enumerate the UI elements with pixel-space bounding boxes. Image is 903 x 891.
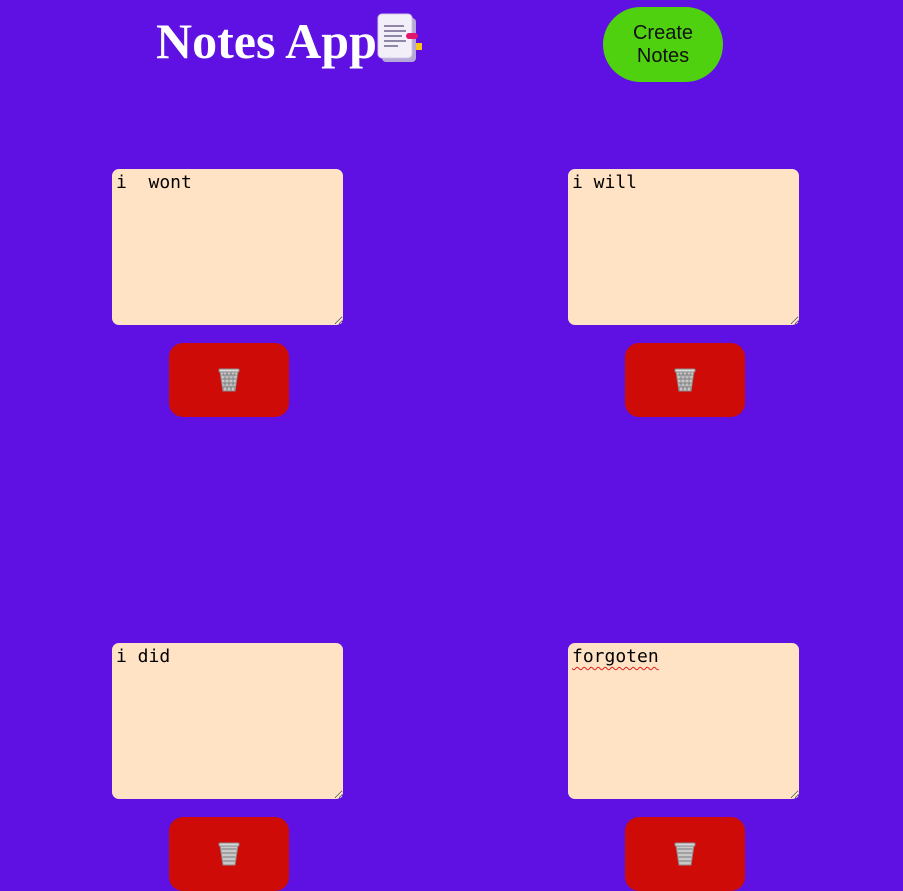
delete-note-button[interactable] (625, 817, 745, 891)
app-title: Notes App (156, 13, 377, 69)
note-textarea[interactable]: forgoten (568, 643, 799, 799)
wastebasket-icon (218, 368, 240, 392)
note-card: i did (112, 643, 343, 891)
notepad-icon (377, 13, 422, 62)
delete-note-button[interactable] (169, 343, 289, 417)
wastebasket-icon (674, 368, 696, 392)
note-card: i wont (112, 169, 343, 417)
note-textarea[interactable]: i wont (112, 169, 343, 325)
wastebasket-icon (674, 842, 696, 866)
delete-note-button[interactable] (625, 343, 745, 417)
wastebasket-icon (218, 842, 240, 866)
note-textarea[interactable]: i did (112, 643, 343, 799)
note-textarea[interactable]: i will (568, 169, 799, 325)
note-card: i will (568, 169, 799, 417)
delete-note-button[interactable] (169, 817, 289, 891)
note-card: forgoten (568, 643, 799, 891)
create-notes-button[interactable]: Create Notes (603, 7, 723, 82)
